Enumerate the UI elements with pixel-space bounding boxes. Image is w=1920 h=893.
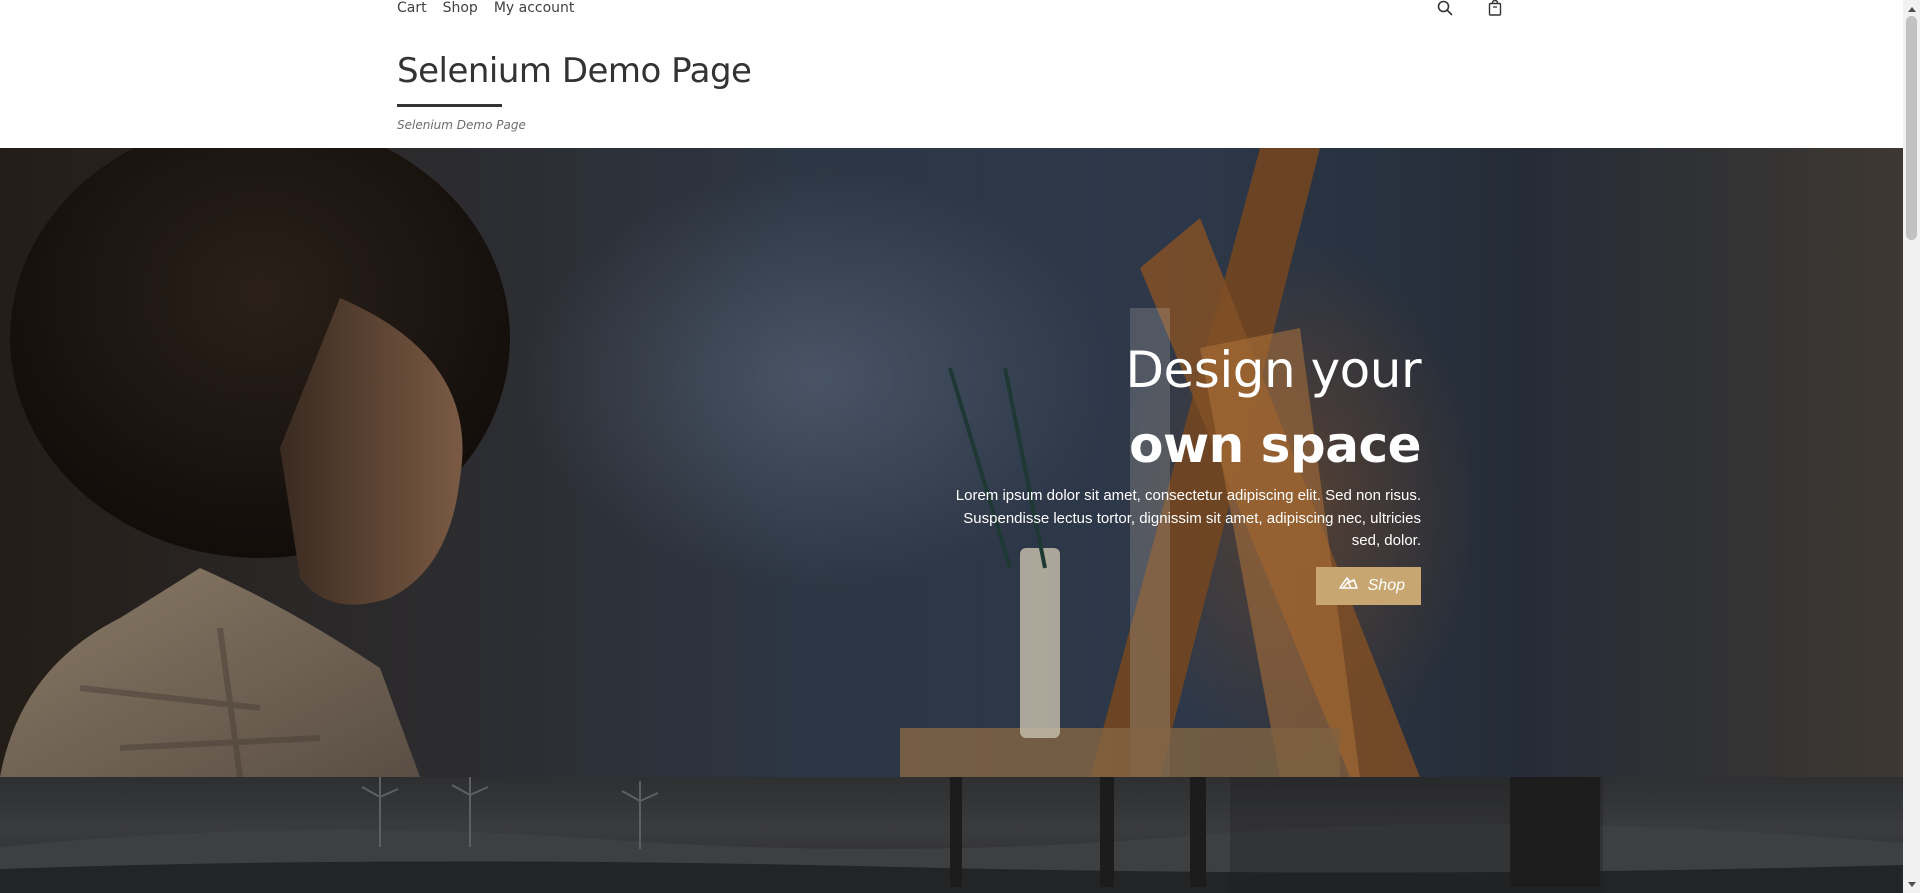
hero-heading-line2: own space xyxy=(1129,416,1421,474)
hero-shop-button[interactable]: Shop xyxy=(1315,566,1421,605)
top-navigation: Cart Shop My account xyxy=(0,0,1903,35)
scrollbar-thumb[interactable] xyxy=(1906,16,1917,240)
scroll-up-arrow-icon[interactable] xyxy=(1903,0,1920,17)
site-header: Selenium Demo Page Selenium Demo Page xyxy=(0,34,1903,148)
shop-logo-icon xyxy=(1338,576,1358,595)
hero-description: Lorem ipsum dolor sit amet, consectetur … xyxy=(955,487,1421,549)
hero-shop-button-label: Shop xyxy=(1367,576,1405,594)
search-icon[interactable] xyxy=(1436,0,1454,16)
next-section-banner xyxy=(0,777,1903,893)
hero-heading-line1: Design your xyxy=(1125,341,1422,399)
hero-content: Design your own space Lorem ipsum dolor … xyxy=(941,333,1422,605)
hero-banner: Design your own space Lorem ipsum dolor … xyxy=(0,148,1903,777)
nav-link-cart[interactable]: Cart xyxy=(397,0,427,16)
primary-nav: Cart Shop My account xyxy=(397,0,574,16)
title-underline xyxy=(397,104,502,107)
nav-link-shop[interactable]: Shop xyxy=(443,0,478,16)
nav-link-my-account[interactable]: My account xyxy=(494,0,575,16)
scroll-down-arrow-icon[interactable] xyxy=(1903,876,1920,893)
site-title[interactable]: Selenium Demo Page xyxy=(397,51,752,91)
site-tagline: Selenium Demo Page xyxy=(397,118,526,132)
shopping-bag-icon[interactable] xyxy=(1486,0,1504,16)
vertical-scrollbar[interactable] xyxy=(1903,0,1920,893)
wind-turbine-landscape-image xyxy=(0,777,1903,893)
